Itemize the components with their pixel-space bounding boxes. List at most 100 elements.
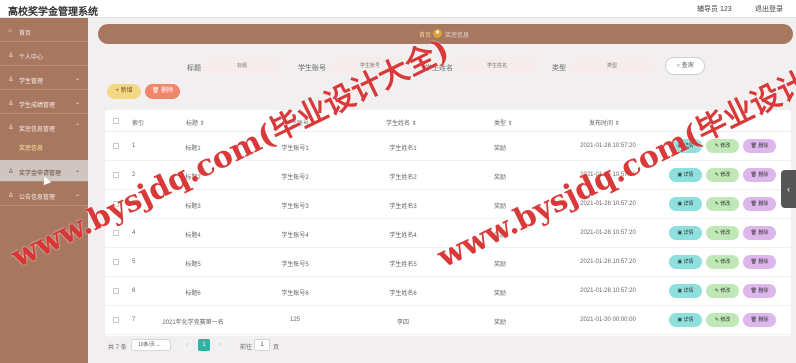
sidebar-item-rewards[interactable]: ♙ 奖惩信息管理 ⌃ <box>0 116 88 138</box>
column-header-time[interactable]: 发布时间 ⇕ <box>589 118 620 127</box>
select-all-checkbox[interactable] <box>113 118 119 124</box>
cell-account: 学生账号6 <box>281 291 309 297</box>
sidebar-item-grades[interactable]: ♙ 学生成绩管理 ⌄ <box>0 92 88 114</box>
cell-name: 学生姓名4 <box>389 233 417 239</box>
top-bar: 高校奖学金管理系统 辅导员 123 退出登录 <box>0 0 796 18</box>
sidebar-item-home[interactable]: ⌂ 首页 <box>0 20 88 42</box>
plus-icon: + <box>115 88 119 94</box>
row-checkbox[interactable] <box>113 143 119 149</box>
goto-suffix: 页 <box>273 345 280 351</box>
cell-time: 2021-01-28 10:57:20 <box>580 230 636 236</box>
table-row: 6 标题6 学生账号6 学生姓名6 奖励 2021-01-28 10:57:20 ▣ 详情 ✎… <box>105 277 791 306</box>
edit-button[interactable]: ✎ 修改 <box>706 139 739 153</box>
chevron-down-icon: ⌄ <box>75 168 81 174</box>
cell-account: 学生账号1 <box>281 146 309 152</box>
delete-button[interactable]: 🗑 删除 <box>743 197 776 211</box>
detail-button[interactable]: ▣ 详情 <box>669 226 702 240</box>
user-icon: ♙ <box>8 193 14 199</box>
delete-button[interactable]: 🗑 删除 <box>743 168 776 182</box>
cell-time: 2021-01-30 00:00:00 <box>580 317 636 323</box>
delete-button[interactable]: 🗑 删除 <box>743 139 776 153</box>
sidebar-item-profile[interactable]: ♙ 个人中心 <box>0 44 88 66</box>
delete-button-label: 删除 <box>758 259 769 265</box>
row-checkbox[interactable] <box>113 259 119 265</box>
sidebar-item-label: 奖学金申请管理 <box>19 171 62 177</box>
search-button[interactable]: ○ 查询 <box>665 57 705 75</box>
column-header-type[interactable]: 类型 ⇕ <box>494 118 513 127</box>
user-icon: ♙ <box>8 125 14 131</box>
add-button-label: 新增 <box>120 88 133 94</box>
search-name-input[interactable] <box>455 57 539 75</box>
cell-index: 7 <box>132 317 136 323</box>
search-type-input[interactable] <box>570 57 654 75</box>
batch-delete-button[interactable]: 🗑 删除 <box>145 84 180 99</box>
sidebar-item-notices[interactable]: ♙ 公告信息管理 ⌄ <box>0 184 88 206</box>
next-page-button[interactable]: › <box>214 339 226 351</box>
detail-button-label: 详情 <box>683 288 694 294</box>
row-checkbox[interactable] <box>113 201 119 207</box>
column-header-title[interactable]: 标题 ⇕ <box>186 118 205 127</box>
sidebar-item-students[interactable]: ♙ 学生管理 ⌄ <box>0 68 88 90</box>
edit-button[interactable]: ✎ 修改 <box>706 284 739 298</box>
detail-button[interactable]: ▣ 详情 <box>669 255 702 269</box>
edit-button[interactable]: ✎ 修改 <box>706 197 739 211</box>
cell-type: 奖励 <box>493 291 507 297</box>
detail-button-label: 详情 <box>683 172 694 178</box>
side-panel-toggle[interactable]: ‹ <box>781 170 796 208</box>
edit-button[interactable]: ✎ 修改 <box>706 313 739 327</box>
column-header-account[interactable]: 学生账号 ⇕ <box>285 118 316 127</box>
delete-button[interactable]: 🗑 删除 <box>743 284 776 298</box>
delete-button-label: 删除 <box>758 172 769 178</box>
cell-title: 标题5 <box>185 262 201 268</box>
edit-button-label: 修改 <box>720 230 731 236</box>
edit-button-label: 修改 <box>720 172 731 178</box>
edit-button[interactable]: ✎ 修改 <box>706 226 739 240</box>
cell-account: 学生账号5 <box>281 262 309 268</box>
logout-link[interactable]: 退出登录 <box>755 4 783 14</box>
user-icon: ♙ <box>8 101 14 107</box>
table-row: 1 标题1 学生账号1 学生姓名1 奖励 2021-01-28 10:57:20 ▣ 详情 ✎… <box>105 132 791 161</box>
row-checkbox[interactable] <box>113 172 119 178</box>
row-checkbox[interactable] <box>113 288 119 294</box>
search-account-input[interactable] <box>330 57 410 75</box>
page-size-select[interactable]: 10条/页 ⌄ <box>131 339 171 351</box>
edit-button-label: 修改 <box>720 201 731 207</box>
cell-type: 奖励 <box>493 262 507 268</box>
edit-button[interactable]: ✎ 修改 <box>706 168 739 182</box>
goto-page-input[interactable]: 1 <box>254 339 270 351</box>
search-label-type: 类型 <box>552 65 566 72</box>
row-checkbox[interactable] <box>113 317 119 323</box>
add-button[interactable]: + 新增 <box>107 84 141 99</box>
cell-title: 标题4 <box>185 233 201 239</box>
prev-page-button[interactable]: ‹ <box>181 339 193 351</box>
pagination-total: 共 7 条 <box>108 345 127 351</box>
trash-icon: 🗑 <box>151 88 160 94</box>
breadcrumb: 首页 ★ 奖惩信息 <box>98 24 793 44</box>
cell-name: 学生姓名6 <box>389 291 417 297</box>
row-checkbox[interactable] <box>113 230 119 236</box>
cell-type: 奖励 <box>493 175 507 181</box>
search-title-input[interactable] <box>203 57 281 75</box>
delete-button[interactable]: 🗑 删除 <box>743 226 776 240</box>
star-icon: ★ <box>433 29 442 38</box>
app-title: 高校奖学金管理系统 <box>8 7 98 18</box>
column-header-name[interactable]: 学生姓名 ⇕ <box>386 118 417 127</box>
edit-button[interactable]: ✎ 修改 <box>706 255 739 269</box>
cell-title: 标题2 <box>185 175 201 181</box>
detail-button[interactable]: ▣ 详情 <box>669 197 702 211</box>
delete-button[interactable]: 🗑 删除 <box>743 313 776 327</box>
page-number-current[interactable]: 1 <box>198 339 210 351</box>
cell-account: 学生账号4 <box>281 233 309 239</box>
detail-button[interactable]: ▣ 详情 <box>669 139 702 153</box>
edit-button-label: 修改 <box>720 259 731 265</box>
detail-button[interactable]: ▣ 详情 <box>669 168 702 182</box>
breadcrumb-home[interactable]: 首页 <box>419 30 431 39</box>
sidebar-subitem-rewards-info[interactable]: 奖惩信息 <box>19 143 43 152</box>
delete-button[interactable]: 🗑 删除 <box>743 255 776 269</box>
detail-button[interactable]: ▣ 详情 <box>669 313 702 327</box>
cell-index: 5 <box>132 259 136 265</box>
cell-account: 125 <box>289 317 301 323</box>
detail-button[interactable]: ▣ 详情 <box>669 284 702 298</box>
delete-button-label: 删除 <box>161 88 174 94</box>
cell-name: 李四 <box>396 320 410 326</box>
